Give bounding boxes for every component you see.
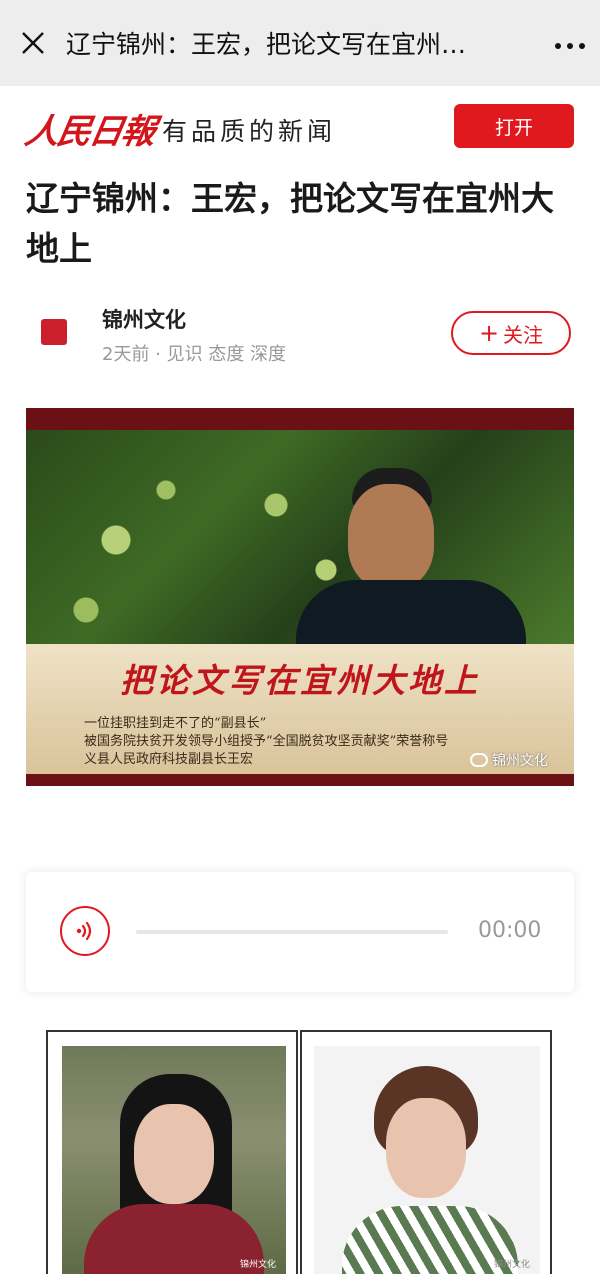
- portrait-cloth-left: [84, 1204, 264, 1274]
- author-meta: 2天前 · 见识 态度 深度: [102, 344, 287, 365]
- hero-bottom-border: [26, 774, 574, 786]
- orchard-photo: [26, 430, 574, 670]
- follow-label: 关注: [503, 322, 544, 347]
- portrait-frame-left: 锦州文化: [46, 1030, 298, 1274]
- portrait-frame-right: 锦州文化: [300, 1030, 552, 1274]
- portrait-photo-right[interactable]: 锦州文化: [314, 1046, 540, 1274]
- people-daily-logo: 人民日報: [21, 112, 157, 152]
- hero-caption-line1: 一位挂职挂到走不了的“副县长”: [84, 716, 267, 731]
- audio-time: 00:00: [478, 918, 542, 943]
- audio-progress-bar[interactable]: [136, 930, 448, 934]
- audio-play-button[interactable]: [60, 906, 110, 956]
- hero-caption: 把论文写在宜州大地上 一位挂职挂到走不了的“副县长” 被国务院扶贫开发领导小组授…: [26, 644, 574, 774]
- portrait-cloth-right: [342, 1206, 518, 1274]
- portrait-images: 锦州文化 锦州文化: [46, 1030, 554, 1274]
- plus-icon: +: [478, 319, 500, 347]
- brand-slogan: 有品质的新闻: [162, 117, 337, 146]
- open-app-button[interactable]: 打开: [454, 104, 574, 148]
- seal-icon: [41, 319, 67, 345]
- top-bar: 辽宁锦州：王宏，把论文写在宜州…: [0, 0, 600, 86]
- wechat-icon: [470, 753, 488, 767]
- hero-caption-line3: 义县人民政府科技副县长王宏: [84, 752, 254, 767]
- follow-button[interactable]: + 关注: [451, 311, 571, 355]
- person-face: [348, 484, 434, 588]
- hero-watermark-text: 锦州文化: [492, 753, 548, 769]
- audio-player: 00:00: [26, 872, 574, 992]
- portrait-photo-left[interactable]: 锦州文化: [62, 1046, 286, 1274]
- more-icon: [552, 34, 588, 53]
- hero-watermark: 锦州文化: [470, 750, 548, 770]
- hero-caption-line2: 被国务院扶贫开发领导小组授予“全国脱贫攻坚贡献奖”荣誉称号: [84, 734, 449, 749]
- portrait-watermark-left: 锦州文化: [239, 1260, 276, 1270]
- portrait-face-right: [386, 1098, 466, 1198]
- audio-wave-icon: [76, 921, 92, 941]
- page-title: 辽宁锦州：王宏，把论文写在宜州…: [66, 30, 467, 59]
- portrait-face-left: [134, 1104, 214, 1204]
- close-icon: [22, 32, 44, 54]
- close-button[interactable]: [0, 0, 66, 86]
- article-headline: 辽宁锦州：王宏，把论文写在宜州大地上: [26, 179, 554, 268]
- portrait-watermark-right: 锦州文化: [493, 1260, 530, 1270]
- more-button[interactable]: [540, 0, 600, 86]
- hero-caption-title: 把论文写在宜州大地上: [120, 661, 480, 700]
- author-row: 锦州文化 2天前 · 见识 态度 深度 + 关注: [26, 296, 576, 376]
- brand-banner: 人民日報 有品质的新闻 打开: [0, 86, 600, 164]
- hero-image[interactable]: 把论文写在宜州大地上 一位挂职挂到走不了的“副县长” 被国务院扶贫开发领导小组授…: [26, 408, 574, 786]
- author-avatar[interactable]: [26, 304, 82, 360]
- author-name[interactable]: 锦州文化: [102, 304, 186, 334]
